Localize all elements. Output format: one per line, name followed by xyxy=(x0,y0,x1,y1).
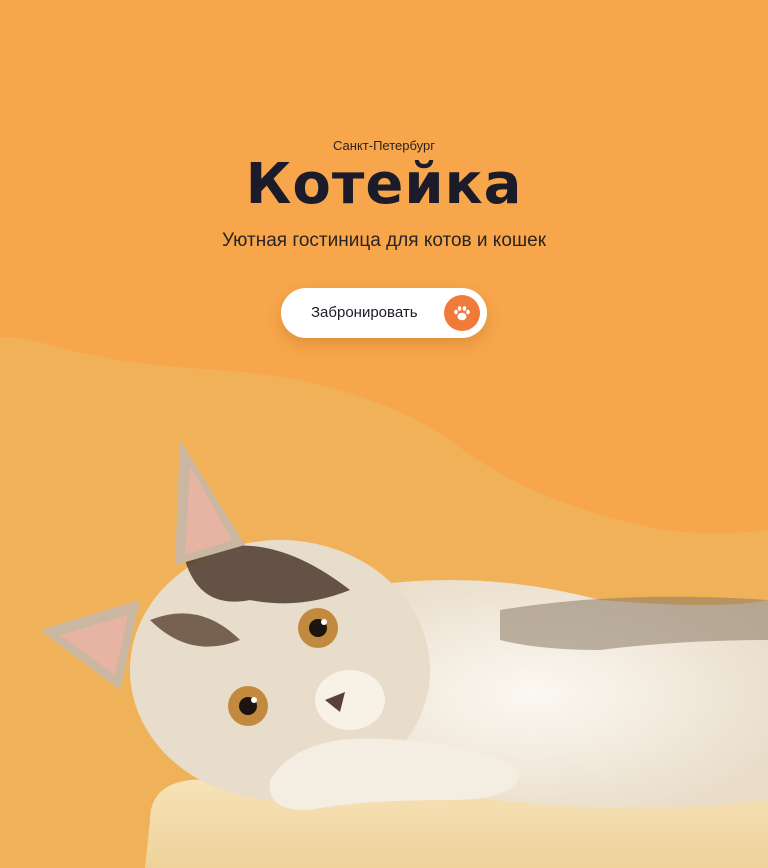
book-button-label: Забронировать xyxy=(311,304,418,321)
book-button[interactable]: Забронировать xyxy=(281,288,487,338)
top-wave-overlay xyxy=(0,0,768,534)
page-subtitle: Уютная гостиница для котов и кошек xyxy=(221,230,547,251)
city-label: Санкт-Петербург xyxy=(333,138,435,153)
hero-section: Санкт-Петербург Котейка Уютная гостиница… xyxy=(0,0,768,868)
paw-icon xyxy=(444,295,480,331)
page-title: Котейка xyxy=(245,152,523,217)
